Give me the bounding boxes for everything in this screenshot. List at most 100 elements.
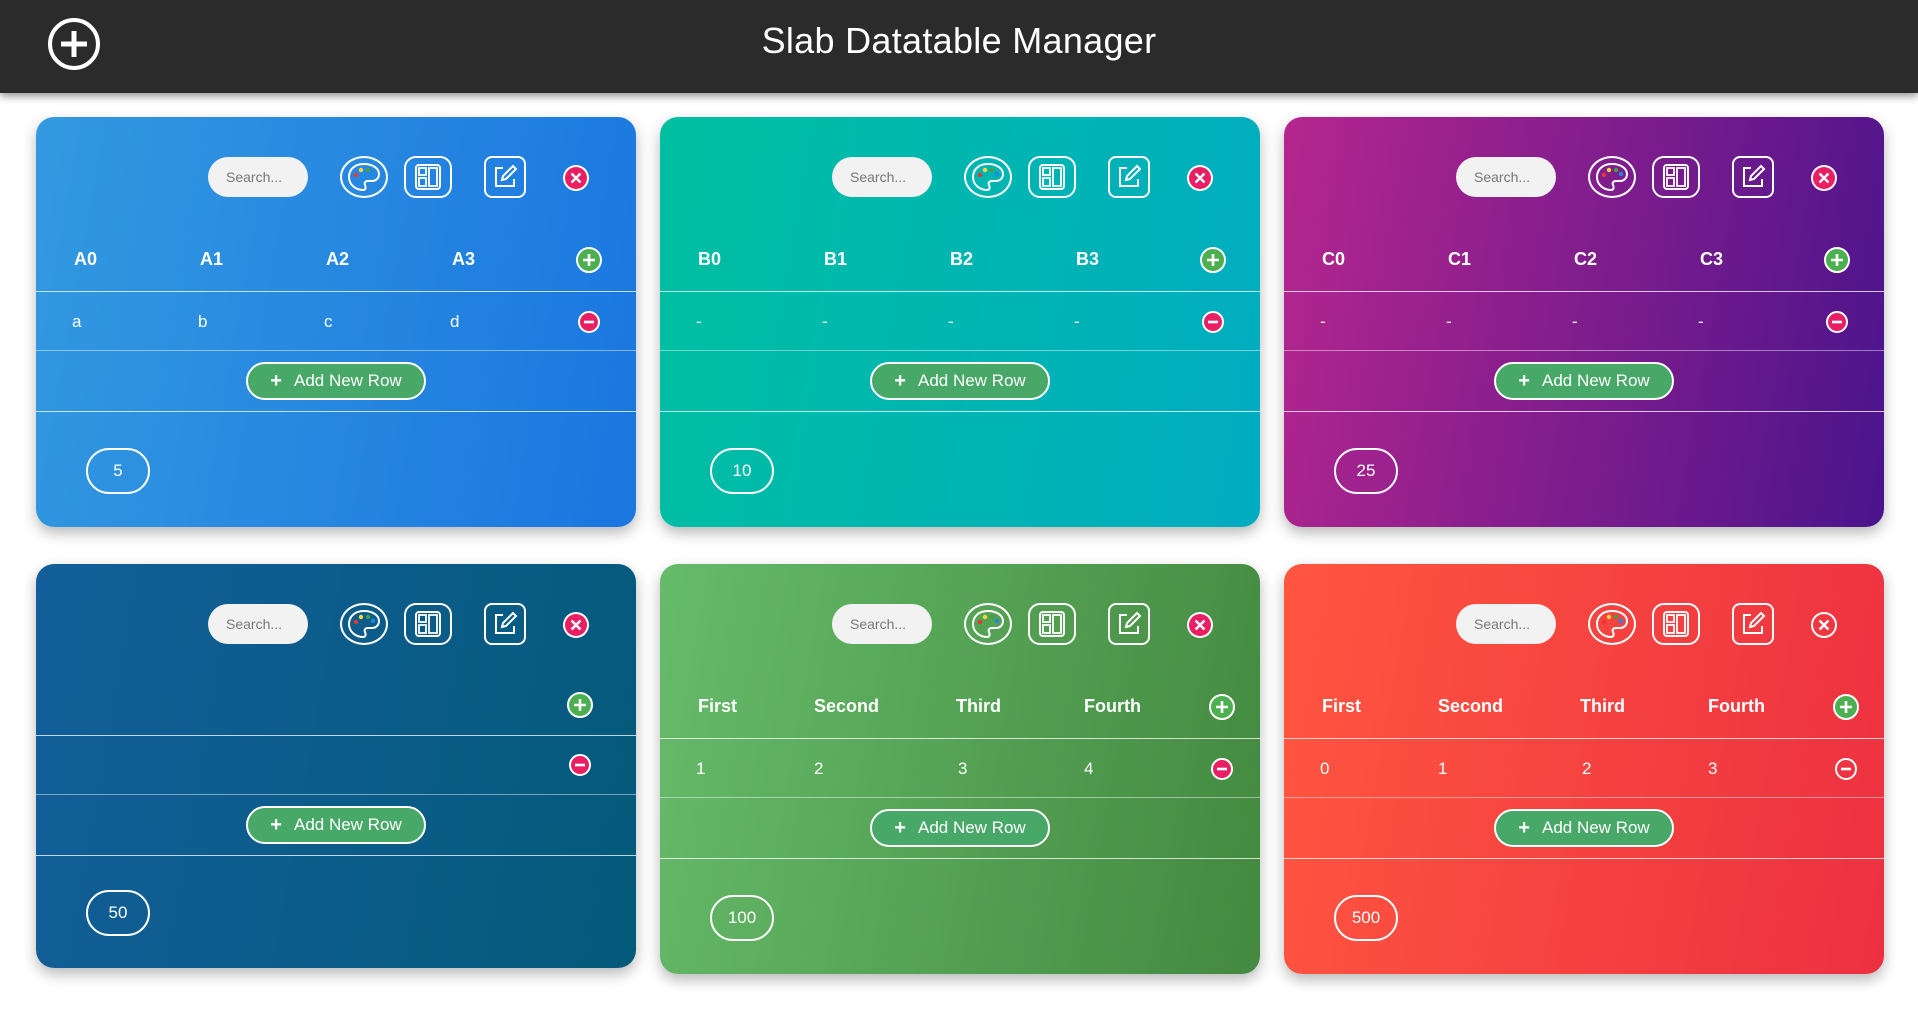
page-size-button[interactable]: 5 xyxy=(86,448,150,494)
column-header[interactable]: Third xyxy=(956,696,1001,717)
layout-button[interactable] xyxy=(1652,603,1700,645)
column-header[interactable]: C1 xyxy=(1448,249,1471,270)
table-cell[interactable]: - xyxy=(1320,312,1326,332)
edit-button[interactable] xyxy=(484,603,526,645)
column-header[interactable]: C2 xyxy=(1574,249,1597,270)
layout-button[interactable] xyxy=(1028,603,1076,645)
table-cell[interactable]: 4 xyxy=(1084,759,1093,779)
delete-row-button[interactable] xyxy=(1835,758,1857,780)
table-cell[interactable]: - xyxy=(696,312,702,332)
palette-button[interactable] xyxy=(340,603,388,645)
table-cell[interactable]: 3 xyxy=(958,759,967,779)
edit-button[interactable] xyxy=(1732,603,1774,645)
palette-button[interactable] xyxy=(1588,603,1636,645)
column-header[interactable]: B3 xyxy=(1076,249,1099,270)
page-title: Slab Datatable Manager xyxy=(761,19,1157,61)
datatable-card: First Second Third Fourth 0 1 2 3 + Add N… xyxy=(1284,564,1884,974)
column-header[interactable]: A2 xyxy=(326,249,349,270)
add-column-button[interactable] xyxy=(576,247,602,273)
table-cell[interactable]: c xyxy=(324,312,333,332)
table-cell[interactable]: - xyxy=(1698,312,1704,332)
delete-table-button[interactable] xyxy=(563,165,589,191)
add-column-button[interactable] xyxy=(1824,247,1850,273)
delete-row-button[interactable] xyxy=(569,754,591,776)
add-column-button[interactable] xyxy=(1833,694,1859,720)
table-cell[interactable]: 2 xyxy=(814,759,823,779)
add-row-button[interactable]: + Add New Row xyxy=(246,362,426,400)
page-size-button[interactable]: 50 xyxy=(86,890,150,936)
column-header[interactable]: Second xyxy=(814,696,879,717)
add-column-button[interactable] xyxy=(1209,694,1235,720)
table-cell[interactable]: a xyxy=(72,312,81,332)
delete-row-button[interactable] xyxy=(1202,311,1224,333)
column-header[interactable]: C0 xyxy=(1322,249,1345,270)
column-header[interactable]: A3 xyxy=(452,249,475,270)
table-cell[interactable]: - xyxy=(948,312,954,332)
delete-table-button[interactable] xyxy=(1811,165,1837,191)
column-header[interactable]: Fourth xyxy=(1084,696,1141,717)
page-size-button[interactable]: 10 xyxy=(710,448,774,494)
column-header[interactable]: Third xyxy=(1580,696,1625,717)
column-header[interactable]: Fourth xyxy=(1708,696,1765,717)
table-cell[interactable]: 1 xyxy=(696,759,705,779)
table-cell[interactable]: 3 xyxy=(1708,759,1717,779)
edit-button[interactable] xyxy=(1108,603,1150,645)
column-header[interactable]: Second xyxy=(1438,696,1503,717)
palette-button[interactable] xyxy=(964,156,1012,198)
layout-button[interactable] xyxy=(404,603,452,645)
palette-button[interactable] xyxy=(964,603,1012,645)
table-cell[interactable]: 1 xyxy=(1438,759,1447,779)
search-input[interactable] xyxy=(1456,157,1556,197)
column-header[interactable]: B1 xyxy=(824,249,847,270)
palette-icon xyxy=(971,609,1005,639)
table-cell[interactable]: - xyxy=(1446,312,1452,332)
column-header[interactable]: A1 xyxy=(200,249,223,270)
add-row-button[interactable]: + Add New Row xyxy=(246,806,426,844)
add-row-button[interactable]: + Add New Row xyxy=(870,362,1050,400)
search-input[interactable] xyxy=(208,604,308,644)
palette-button[interactable] xyxy=(340,156,388,198)
table-cell[interactable]: d xyxy=(450,312,459,332)
column-header[interactable]: A0 xyxy=(74,249,97,270)
delete-table-button[interactable] xyxy=(1187,165,1213,191)
delete-table-button[interactable] xyxy=(563,612,589,638)
page-size-button[interactable]: 100 xyxy=(710,895,774,941)
table-cell[interactable]: - xyxy=(822,312,828,332)
column-header[interactable]: B2 xyxy=(950,249,973,270)
add-row-button[interactable]: + Add New Row xyxy=(870,809,1050,847)
search-input[interactable] xyxy=(1456,604,1556,644)
search-input[interactable] xyxy=(832,604,932,644)
edit-button[interactable] xyxy=(484,156,526,198)
page-size-button[interactable]: 25 xyxy=(1334,448,1398,494)
search-input[interactable] xyxy=(208,157,308,197)
delete-table-button[interactable] xyxy=(1811,612,1837,638)
delete-row-button[interactable] xyxy=(1826,311,1848,333)
column-header[interactable]: B0 xyxy=(698,249,721,270)
delete-table-button[interactable] xyxy=(1187,612,1213,638)
palette-button[interactable] xyxy=(1588,156,1636,198)
add-row-button[interactable]: + Add New Row xyxy=(1494,809,1674,847)
plus-icon: + xyxy=(894,370,906,392)
column-header[interactable]: First xyxy=(698,696,737,717)
add-column-button[interactable] xyxy=(1200,247,1226,273)
layout-button[interactable] xyxy=(1652,156,1700,198)
delete-row-button[interactable] xyxy=(1211,758,1233,780)
layout-icon xyxy=(1663,611,1689,637)
column-header[interactable]: First xyxy=(1322,696,1361,717)
delete-row-button[interactable] xyxy=(578,311,600,333)
layout-button[interactable] xyxy=(1028,156,1076,198)
edit-button[interactable] xyxy=(1732,156,1774,198)
column-header[interactable]: C3 xyxy=(1700,249,1723,270)
search-input[interactable] xyxy=(832,157,932,197)
table-cell[interactable]: 0 xyxy=(1320,759,1329,779)
table-cell[interactable]: - xyxy=(1572,312,1578,332)
edit-button[interactable] xyxy=(1108,156,1150,198)
table-cell[interactable]: b xyxy=(198,312,207,332)
table-cell[interactable]: 2 xyxy=(1582,759,1591,779)
table-cell[interactable]: - xyxy=(1074,312,1080,332)
layout-button[interactable] xyxy=(404,156,452,198)
add-column-button[interactable] xyxy=(567,692,593,718)
page-size-button[interactable]: 500 xyxy=(1334,895,1398,941)
add-row-button[interactable]: + Add New Row xyxy=(1494,362,1674,400)
add-row-section: + Add New Row xyxy=(1284,798,1884,859)
